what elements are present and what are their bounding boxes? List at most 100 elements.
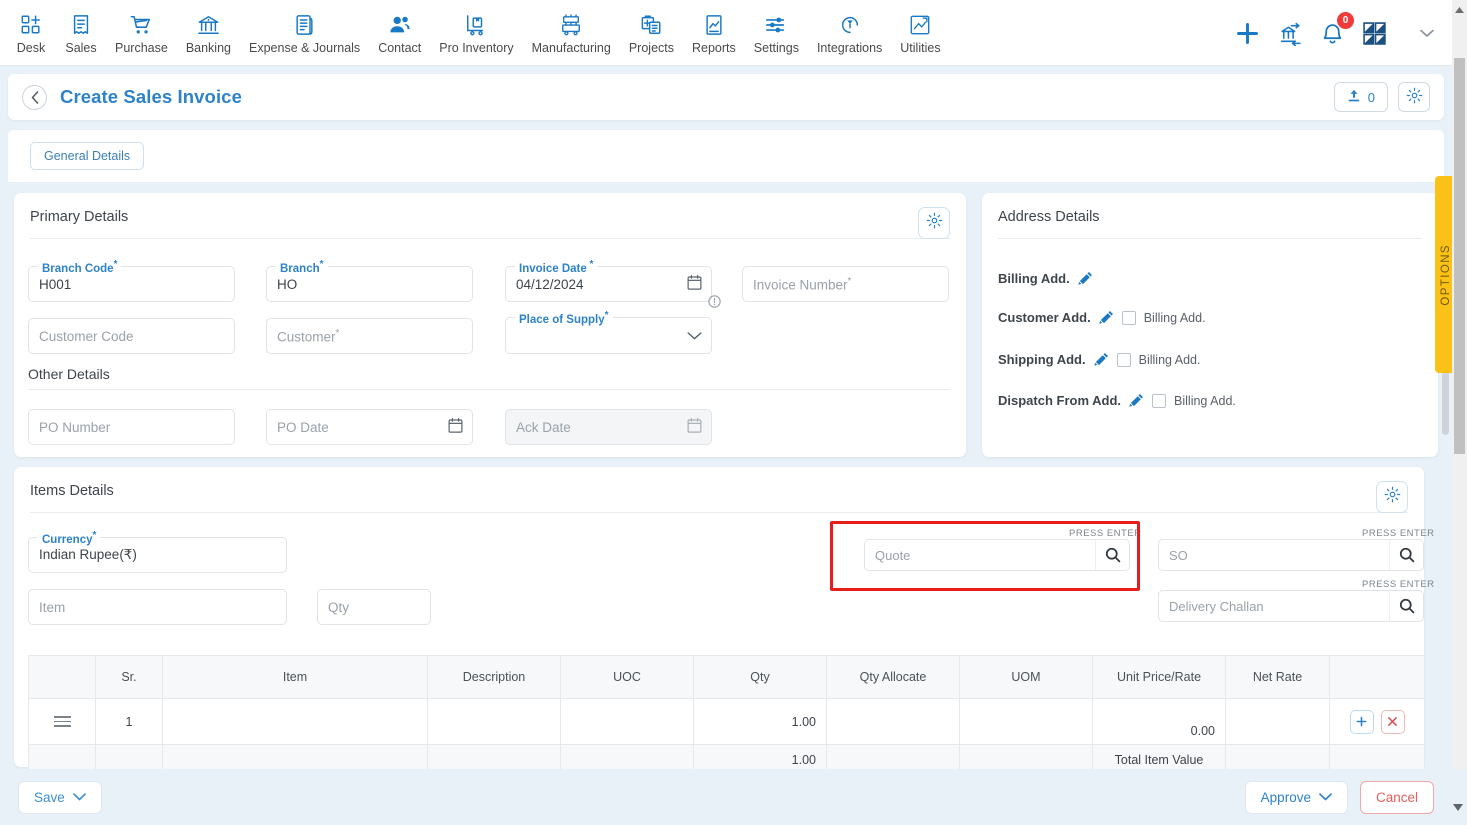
quote-search-box[interactable]: Quote <box>864 539 1130 571</box>
nav-item-pro-inventory[interactable]: Pro Inventory <box>430 2 522 64</box>
field-place-of-supply: Place of Supply* <box>505 295 721 354</box>
customer-billing-checkbox[interactable] <box>1121 310 1136 325</box>
invoice-date-input[interactable]: Invoice Date * 04/12/2024 <box>505 259 712 302</box>
checkbox-label: Billing Add. <box>1138 352 1201 367</box>
chevron-down-icon[interactable] <box>687 328 702 343</box>
nav-label: Integrations <box>816 41 883 55</box>
dispatch-billing-checkbox[interactable] <box>1152 393 1167 408</box>
pencil-icon[interactable] <box>1078 271 1093 286</box>
items-details-settings-button[interactable] <box>1376 481 1408 513</box>
nav-item-sales[interactable]: Sales <box>56 2 106 64</box>
info-icon[interactable] <box>708 295 721 313</box>
nav-item-contact[interactable]: Contact <box>369 2 430 64</box>
gear-icon <box>1406 87 1423 107</box>
row-drag-handle-cell[interactable] <box>28 698 96 745</box>
page-scrollbar-thumb[interactable] <box>1454 58 1465 454</box>
divider <box>28 389 950 390</box>
bank-transfer-icon[interactable] <box>1278 21 1303 46</box>
po-number-placeholder: PO Number <box>39 419 111 435</box>
nav-item-manufacturing[interactable]: Manufacturing <box>523 2 620 64</box>
row-qty[interactable]: 1.00 <box>693 698 827 745</box>
branch-code-input[interactable]: Branch Code* H001 <box>28 259 235 302</box>
options-label: OPTIONS <box>1439 243 1452 306</box>
drag-handle-icon[interactable] <box>39 716 85 727</box>
attachment-count: 0 <box>1367 89 1375 105</box>
plus-icon[interactable] <box>1234 20 1261 47</box>
so-search-box[interactable]: SO <box>1158 539 1424 571</box>
po-date-input[interactable]: PO Date <box>266 409 473 445</box>
delete-row-button[interactable] <box>1380 709 1405 734</box>
delivery-challan-placeholder: Delivery Challan <box>1169 598 1264 614</box>
delivery-challan-search-box[interactable]: Delivery Challan <box>1158 590 1424 622</box>
nav-item-purchase[interactable]: Purchase <box>106 2 177 64</box>
invoice-date-value: 04/12/2024 <box>516 276 584 292</box>
invoice-number-placeholder: Invoice Number* <box>753 275 852 293</box>
chevron-down-icon[interactable] <box>1420 25 1434 42</box>
calendar-icon[interactable] <box>687 275 702 294</box>
customer-input[interactable]: Customer* <box>266 318 473 354</box>
nav-label: Contact <box>378 41 422 55</box>
pencil-icon[interactable] <box>1129 393 1144 408</box>
scroll-down-arrow[interactable] <box>1453 803 1463 813</box>
primary-details-settings-button[interactable] <box>918 207 950 239</box>
approve-button[interactable]: Approve <box>1244 780 1348 814</box>
po-number-input[interactable]: PO Number <box>28 409 235 445</box>
place-of-supply-select[interactable]: Place of Supply* <box>505 310 712 354</box>
nav-item-desk[interactable]: Desk <box>6 2 56 64</box>
tab-strip: General Details <box>8 130 1444 182</box>
search-icon[interactable] <box>1389 591 1423 621</box>
nav-item-banking[interactable]: Banking <box>177 2 240 64</box>
table-header-row: Sr. Item Description UOC Qty Qty Allocat… <box>28 655 1425 699</box>
row-uoc[interactable] <box>560 698 694 745</box>
row-net-rate[interactable] <box>1225 698 1330 745</box>
col-header-qty-allocate: Qty Allocate <box>826 655 960 699</box>
search-icon[interactable] <box>1095 540 1129 570</box>
cancel-button[interactable]: Cancel <box>1359 780 1434 814</box>
nav-item-projects[interactable]: Projects <box>620 2 683 64</box>
page-settings-button[interactable] <box>1398 82 1430 112</box>
nav-item-settings[interactable]: Settings <box>745 2 808 64</box>
item-input[interactable]: Item <box>28 589 287 625</box>
customer-code-input[interactable]: Customer Code <box>28 318 235 354</box>
row-item[interactable] <box>162 698 428 745</box>
col-header-unit-price: Unit Price/Rate <box>1092 655 1226 699</box>
add-row-button[interactable] <box>1349 709 1374 734</box>
currency-input[interactable]: Currency* Indian Rupee(₹) <box>28 530 287 573</box>
address-row-dispatch-from: Dispatch From Add. Billing Add. <box>998 393 1236 408</box>
back-button[interactable] <box>22 84 47 110</box>
nav-label: Manufacturing <box>531 41 611 55</box>
invoice-number-input[interactable]: Invoice Number* <box>742 266 949 302</box>
items-table-wrapper: Sr. Item Description UOC Qty Qty Allocat… <box>28 655 1425 775</box>
pencil-icon[interactable] <box>1093 352 1109 367</box>
address-details-card: Address Details Billing Add. Customer Ad… <box>982 193 1438 457</box>
page-scrollbar[interactable] <box>1452 0 1467 770</box>
row-uom[interactable] <box>959 698 1093 745</box>
scroll-up-arrow[interactable] <box>1452 2 1467 18</box>
plug-icon <box>839 10 861 36</box>
search-icon[interactable] <box>1389 540 1423 570</box>
shipping-billing-checkbox[interactable] <box>1116 352 1131 367</box>
branch-code-label: Branch Code* <box>38 259 122 275</box>
attachments-button[interactable]: 0 <box>1333 82 1388 112</box>
row-unit-price[interactable]: 0.00 <box>1092 698 1226 745</box>
branch-input[interactable]: Branch* HO <box>266 259 473 302</box>
item-placeholder: Item <box>39 599 66 615</box>
branch-value: HO <box>277 276 298 292</box>
grid-icon[interactable] <box>1362 21 1387 46</box>
row-qty-allocate[interactable] <box>826 698 960 745</box>
field-po-date: PO Date <box>266 409 473 445</box>
app-root: Desk Sales Purchase Banking Expense & Jo… <box>0 0 1467 825</box>
nav-item-integrations[interactable]: Integrations <box>808 2 891 64</box>
checkbox-label: Billing Add. <box>1143 310 1206 325</box>
row-description[interactable] <box>427 698 561 745</box>
nav-item-utilities[interactable]: Utilities <box>891 2 949 64</box>
nav-item-expense-journals[interactable]: Expense & Journals <box>240 2 369 64</box>
pencil-icon[interactable] <box>1098 310 1114 325</box>
qty-input[interactable]: Qty <box>317 589 431 625</box>
calendar-icon[interactable] <box>448 418 463 437</box>
top-navigation-bar: Desk Sales Purchase Banking Expense & Jo… <box>0 0 1452 66</box>
tab-general-details[interactable]: General Details <box>30 142 145 170</box>
save-button[interactable]: Save <box>18 780 102 814</box>
nav-item-reports[interactable]: Reports <box>683 2 745 64</box>
bell-icon[interactable]: 0 <box>1320 11 1354 46</box>
